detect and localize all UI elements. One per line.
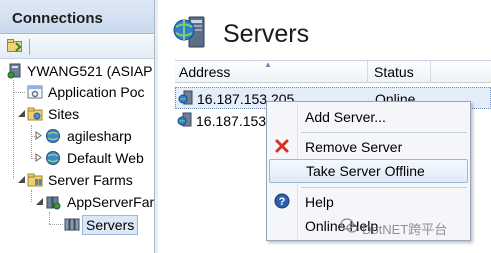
help-icon: ? bbox=[274, 193, 290, 209]
menu-item-label: Help bbox=[305, 194, 334, 210]
tree-label-application-pools: Application Poc bbox=[48, 84, 145, 100]
cell-address: 16.187.153. bbox=[196, 113, 270, 129]
server-farm-folder-icon bbox=[27, 173, 43, 187]
tree-label-server-farms: Server Farms bbox=[48, 172, 133, 188]
column-header-address[interactable]: Address bbox=[179, 64, 230, 80]
tree-label-site-default-web: Default Web bbox=[67, 150, 144, 166]
menu-separator bbox=[301, 132, 467, 133]
toolbar-separator bbox=[29, 39, 30, 55]
menu-item-remove-server[interactable]: Remove Server bbox=[269, 135, 468, 159]
server-online-icon bbox=[178, 90, 193, 105]
menu-item-take-server-offline[interactable]: Take Server Offline bbox=[269, 159, 468, 183]
tree-item-application-pools[interactable]: Application Poc bbox=[0, 82, 154, 102]
server-globe-icon bbox=[173, 16, 205, 48]
connections-pane: Connections YWANG521 (ASIAP Application bbox=[0, 0, 155, 253]
tree-label-server: YWANG521 (ASIAP bbox=[27, 63, 153, 79]
column-header-status[interactable]: Status bbox=[374, 64, 414, 80]
sites-folder-icon bbox=[27, 107, 43, 121]
svg-text:?: ? bbox=[279, 196, 286, 208]
collapse-arrow-icon[interactable] bbox=[17, 109, 26, 118]
tree-item-app-server-farm[interactable]: AppServerFar bbox=[0, 192, 155, 212]
servers-icon bbox=[64, 218, 80, 231]
menu-item-add-server[interactable]: Add Server... bbox=[269, 105, 468, 129]
sort-ascending-icon: ▲ bbox=[264, 60, 272, 69]
connections-title: Connections bbox=[12, 10, 103, 27]
menu-item-label: Take Server Offline bbox=[306, 163, 425, 179]
tree-item-site-agilesharp[interactable]: agilesharp bbox=[0, 126, 154, 146]
wechat-logo-icon bbox=[340, 218, 358, 233]
menu-item-label: Add Server... bbox=[305, 109, 386, 125]
application-pools-icon bbox=[27, 85, 43, 99]
connections-header: Connections bbox=[0, 0, 154, 34]
expand-arrow-icon[interactable] bbox=[34, 153, 43, 162]
connect-icon[interactable] bbox=[7, 39, 23, 53]
grid-header: Address ▲ Status bbox=[175, 60, 491, 83]
expand-arrow-icon[interactable] bbox=[34, 131, 43, 140]
website-globe-icon bbox=[46, 151, 60, 165]
server-farm-icon bbox=[46, 196, 61, 210]
watermark-text: DotNET跨平台 bbox=[362, 222, 448, 237]
remove-x-icon bbox=[275, 139, 289, 153]
menu-item-help[interactable]: ? Help bbox=[269, 190, 468, 214]
tree-item-servers[interactable]: Servers bbox=[0, 214, 154, 235]
menu-item-label: Remove Server bbox=[305, 139, 403, 155]
tree-item-sites[interactable]: Sites bbox=[0, 104, 154, 124]
tree-label-sites: Sites bbox=[48, 106, 80, 122]
tree-item-server-farms[interactable]: Server Farms bbox=[0, 170, 154, 190]
menu-separator bbox=[301, 187, 467, 188]
column-divider[interactable] bbox=[430, 61, 431, 83]
server-computer-icon bbox=[7, 63, 21, 79]
collapse-arrow-icon[interactable] bbox=[17, 175, 26, 184]
collapse-arrow-icon[interactable] bbox=[35, 197, 44, 206]
tree-item-server[interactable]: YWANG521 (ASIAP bbox=[0, 61, 154, 81]
server-online-icon bbox=[177, 112, 192, 127]
tree-label-site-agilesharp: agilesharp bbox=[67, 128, 132, 144]
tree-label-app-server-farm: AppServerFar bbox=[67, 194, 155, 210]
connections-toolbar bbox=[0, 35, 154, 59]
column-divider[interactable] bbox=[367, 61, 368, 83]
tree-label-servers: Servers bbox=[82, 215, 139, 235]
page-title: Servers bbox=[223, 20, 310, 48]
tree-item-site-default-web[interactable]: Default Web bbox=[0, 148, 154, 168]
website-globe-icon bbox=[46, 129, 60, 143]
